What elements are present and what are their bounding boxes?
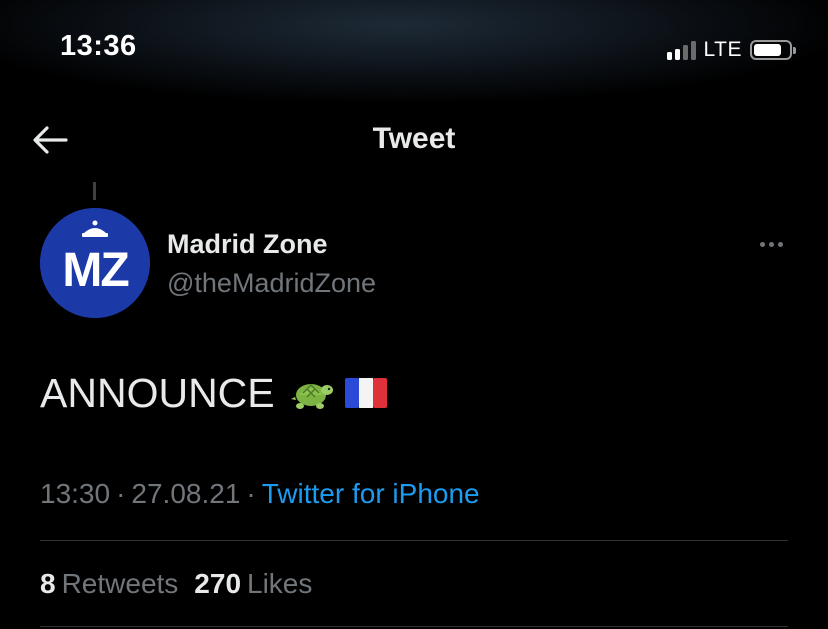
likes-stat[interactable]: 270 Likes xyxy=(194,564,312,604)
tweet-meta: 13:30 · 27.08.21 · Twitter for iPhone xyxy=(40,474,480,514)
tweet-date: 27.08.21 xyxy=(131,478,241,509)
status-time: 13:36 xyxy=(60,30,137,62)
page-title: Tweet xyxy=(372,122,456,155)
signal-bar xyxy=(682,45,688,60)
tweet-emojis xyxy=(289,373,387,413)
retweets-count: 8 xyxy=(40,568,56,599)
author-info: Madrid Zone @theMadridZone xyxy=(167,226,376,301)
likes-label: Likes xyxy=(247,568,313,599)
tweet-source-link[interactable]: Twitter for iPhone xyxy=(262,478,480,509)
signal-bar xyxy=(674,49,680,60)
madrid-zone-logo-icon: MZ xyxy=(40,208,150,318)
retweets-label: Retweets xyxy=(61,568,179,599)
divider xyxy=(40,626,788,627)
tweet-body: ANNOUNCE xyxy=(40,365,387,421)
france-flag-emoji-icon xyxy=(344,378,387,408)
battery-icon xyxy=(750,40,796,60)
signal-bar xyxy=(666,52,672,60)
status-bar: 13:36 LTE xyxy=(0,0,828,100)
tweet-stats: 8 Retweets 270 Likes xyxy=(40,564,312,604)
more-dot xyxy=(759,241,765,247)
turtle-emoji-icon xyxy=(290,383,333,409)
more-dot xyxy=(768,241,774,247)
more-dot xyxy=(777,241,783,247)
battery-level xyxy=(754,44,781,56)
tweet-text: ANNOUNCE xyxy=(40,370,275,416)
avatar[interactable]: MZ xyxy=(40,208,150,318)
status-indicators: LTE xyxy=(666,36,796,64)
likes-count: 270 xyxy=(194,568,242,599)
network-type-label: LTE xyxy=(703,38,742,61)
meta-separator: · xyxy=(246,478,256,509)
meta-separator: · xyxy=(116,478,126,509)
more-options-button[interactable] xyxy=(756,236,786,252)
nav-header: Tweet xyxy=(0,110,828,170)
tweet-time: 13:30 xyxy=(40,478,111,509)
retweets-stat[interactable]: 8 Retweets xyxy=(40,564,178,604)
signal-bar xyxy=(690,41,696,60)
cellular-signal-icon xyxy=(666,40,696,60)
svg-text:MZ: MZ xyxy=(62,244,128,297)
author-handle[interactable]: @theMadridZone xyxy=(167,265,376,301)
divider xyxy=(40,540,788,541)
thread-connector xyxy=(93,182,96,200)
author-display-name[interactable]: Madrid Zone xyxy=(167,226,376,262)
